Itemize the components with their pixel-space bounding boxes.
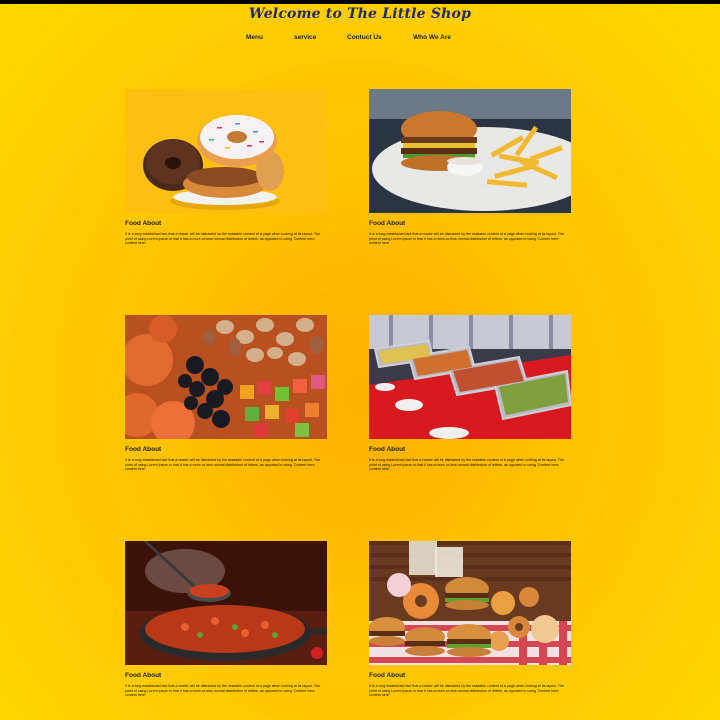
card-text: It is a long established fact that a rea… [369, 458, 565, 472]
food-card: Food About It is a long established fact… [125, 541, 327, 698]
card-title: Food About [369, 446, 406, 453]
food-card: Food About It is a long established fact… [369, 89, 571, 246]
dried-fruits-image [125, 315, 327, 439]
site-title: Welcome to The Little Shop [248, 6, 472, 22]
card-title: Food About [369, 672, 406, 679]
burgers-donuts-image [369, 541, 571, 665]
nav-service[interactable]: service [294, 34, 316, 41]
food-card: Food About It is a long established fact… [369, 315, 571, 472]
card-text: It is a long established fact that a rea… [125, 458, 321, 472]
food-card: Food About It is a long established fact… [125, 89, 327, 246]
top-border [0, 0, 720, 4]
card-text: It is a long established fact that a rea… [369, 684, 565, 698]
card-text: It is a long established fact that a rea… [125, 684, 321, 698]
burger-fries-image [369, 89, 571, 213]
soup-image [125, 541, 327, 665]
card-title: Food About [125, 220, 162, 227]
donuts-image [125, 89, 327, 213]
card-title: Food About [125, 672, 162, 679]
card-title: Food About [125, 446, 162, 453]
main-nav: Menu service Contuct Us Who We Are [0, 34, 720, 46]
card-text: It is a long established fact that a rea… [125, 232, 321, 246]
buffet-image [369, 315, 571, 439]
card-title: Food About [369, 220, 406, 227]
food-card: Food About It is a long established fact… [125, 315, 327, 472]
nav-contact-us[interactable]: Contuct Us [347, 34, 382, 41]
nav-menu[interactable]: Menu [246, 34, 263, 41]
food-card: Food About It is a long established fact… [369, 541, 571, 698]
card-text: It is a long established fact that a rea… [369, 232, 565, 246]
nav-who-we-are[interactable]: Who We Are [413, 34, 451, 41]
